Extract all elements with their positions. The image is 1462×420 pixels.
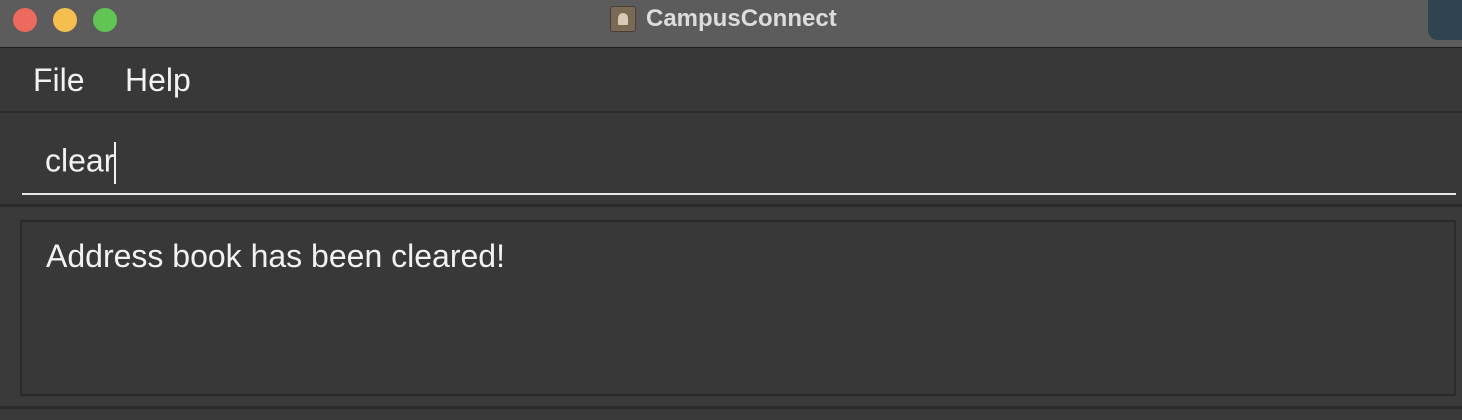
window-title: CampusConnect [646,5,837,32]
text-caret [114,142,117,184]
address-book-icon [610,6,636,32]
menu-bar: File Help [0,48,1462,113]
title-bar[interactable]: CampusConnect [0,0,1462,48]
close-window-button[interactable] [13,8,37,32]
window-title-group: CampusConnect [610,5,837,33]
command-box: clear [0,113,1462,207]
command-input[interactable]: clear [22,133,1456,195]
window-corner-control[interactable] [1428,0,1462,40]
zoom-window-button[interactable] [93,8,117,32]
menu-help[interactable]: Help [125,62,191,99]
divider [0,406,1462,409]
result-display[interactable]: Address book has been cleared! [20,220,1456,396]
command-input-value: clear [45,142,115,179]
result-display-pane: Address book has been cleared! [0,210,1462,420]
result-message: Address book has been cleared! [46,238,505,274]
minimize-window-button[interactable] [53,8,77,32]
command-input-text: clear [45,142,117,184]
app-window: CampusConnect File Help clear Address bo… [0,0,1462,420]
menu-file[interactable]: File [33,62,85,99]
